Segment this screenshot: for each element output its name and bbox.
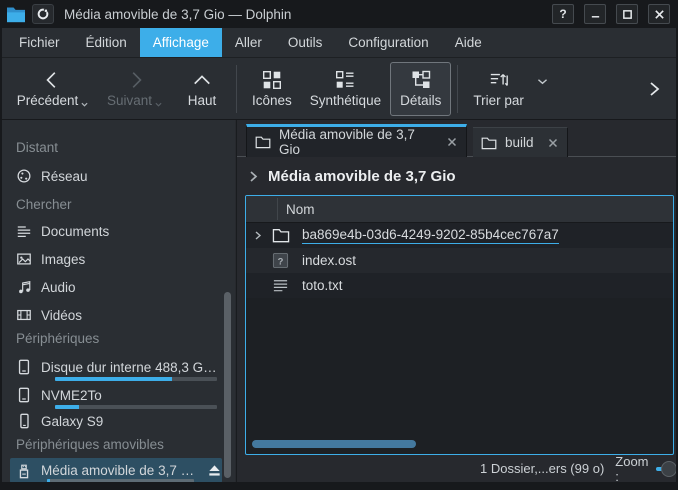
sort-dropdown-icon — [536, 77, 549, 86]
section-header-peripheriques-amovibles: Périphériques amovibles — [16, 437, 164, 452]
sidebar-item-reseau[interactable]: Réseau — [16, 164, 219, 188]
window-bottom-edge — [2, 482, 676, 490]
table-row[interactable]: toto.txt — [246, 273, 673, 298]
titlebar[interactable]: Média amovible de 3,7 Gio — Dolphin ? — [2, 0, 676, 28]
menu-affichage[interactable]: Affichage — [140, 28, 222, 57]
folder-view[interactable]: Nom ba869e4b-03d6-4249-9202-85b4cec767a7… — [245, 195, 674, 455]
window-menu-button[interactable] — [32, 4, 54, 24]
zoom-slider-handle[interactable] — [661, 461, 677, 477]
chevron-up-icon — [191, 70, 213, 90]
breadcrumb[interactable]: Média amovible de 3,7 Gio — [237, 157, 676, 195]
expand-arrow-icon[interactable] — [253, 230, 263, 241]
sidebar-item-media-amovible[interactable]: Média amovible de 3,7 … — [10, 458, 222, 483]
zoom-label: Zoom : — [615, 454, 648, 484]
help-button[interactable]: ? — [552, 4, 574, 24]
compact-view-icon — [335, 70, 355, 90]
folder-icon — [272, 227, 290, 245]
app-folder-icon — [6, 5, 26, 23]
sidebar-item-images[interactable]: Images — [16, 247, 219, 271]
tab-bar: Média amovible de 3,7 Gio build — [237, 120, 676, 157]
svg-text:?: ? — [278, 256, 284, 267]
sidebar-scrollbar[interactable] — [224, 292, 231, 478]
column-header-nom[interactable]: Nom — [286, 202, 315, 217]
sidebar-item-galaxy-s9[interactable]: Galaxy S9 — [16, 409, 219, 433]
sort-icon — [488, 70, 510, 90]
document-icon — [16, 223, 32, 239]
harddisk-icon — [16, 359, 32, 375]
toolbar-overflow-button[interactable] — [642, 80, 666, 98]
icons-view-button[interactable]: Icônes — [243, 62, 301, 116]
toolbar-separator — [236, 65, 237, 113]
sidebar-item-nvme2to[interactable]: NVME2To — [16, 381, 219, 409]
selection-summary: 1 Dossier,...ers (99 o) — [480, 461, 604, 476]
close-button[interactable] — [648, 4, 670, 24]
audio-icon — [16, 279, 32, 295]
network-icon — [16, 168, 32, 184]
harddisk-icon — [16, 387, 32, 403]
image-icon — [16, 251, 32, 267]
column-header-row: Nom — [246, 196, 673, 223]
menu-configuration[interactable]: Configuration — [335, 28, 441, 57]
minimize-button[interactable] — [584, 4, 606, 24]
back-button[interactable]: Précédent — [10, 62, 96, 116]
sidebar-item-audio[interactable]: Audio — [16, 275, 219, 299]
sidebar-item-disque-dur-interne[interactable]: Disque dur interne 488,3 G… — [16, 353, 219, 381]
menubar: Fichier Édition Affichage Aller Outils C… — [2, 28, 676, 58]
menu-edition[interactable]: Édition — [73, 28, 140, 57]
folder-icon — [481, 136, 497, 150]
back-dropdown-icon — [80, 101, 89, 108]
phone-icon — [16, 413, 32, 429]
sidebar-item-documents[interactable]: Documents — [16, 219, 219, 243]
status-bar: 1 Dossier,...ers (99 o) Zoom : 7,3 Gio l… — [471, 455, 676, 482]
section-header-distant: Distant — [16, 140, 58, 155]
chevron-left-icon — [42, 70, 64, 90]
forward-button[interactable]: Suivant — [96, 62, 174, 116]
folder-icon — [255, 135, 271, 149]
tab-build[interactable]: build — [473, 127, 568, 157]
horizontal-scrollbar[interactable] — [252, 440, 416, 448]
menu-fichier[interactable]: Fichier — [6, 28, 73, 57]
column-separator — [277, 198, 278, 220]
zoom-slider[interactable] — [656, 461, 678, 477]
tab-media-amovible[interactable]: Média amovible de 3,7 Gio — [246, 124, 467, 157]
sort-by-button[interactable]: Trier par — [464, 62, 553, 116]
file-list: ba869e4b-03d6-4249-9202-85b4cec767a7 ? i… — [246, 223, 673, 298]
forward-dropdown-icon — [154, 101, 163, 108]
chevron-right-icon — [248, 170, 259, 183]
details-view-icon — [411, 70, 431, 90]
dolphin-window: Média amovible de 3,7 Gio — Dolphin ? Fi… — [0, 0, 678, 490]
window-title: Média amovible de 3,7 Gio — Dolphin — [64, 7, 542, 22]
places-panel: Distant Réseau Chercher Documents Images… — [2, 120, 235, 482]
usb-icon — [16, 463, 32, 479]
section-header-chercher: Chercher — [16, 197, 72, 212]
table-row[interactable]: ? index.ost — [246, 248, 673, 273]
unknown-file-icon: ? — [272, 252, 290, 270]
menu-aide[interactable]: Aide — [442, 28, 495, 57]
toolbar-separator — [457, 65, 458, 113]
toolbar: Précédent Suivant Haut Icônes Synthétiqu… — [2, 58, 676, 120]
text-file-icon — [272, 277, 290, 295]
up-button[interactable]: Haut — [174, 62, 230, 116]
menu-aller[interactable]: Aller — [222, 28, 275, 57]
section-header-peripheriques: Périphériques — [16, 331, 99, 346]
window-body: Distant Réseau Chercher Documents Images… — [2, 120, 676, 482]
video-icon — [16, 307, 32, 323]
menu-outils[interactable]: Outils — [275, 28, 336, 57]
chevron-right-icon — [124, 70, 146, 90]
details-view-button[interactable]: Détails — [390, 62, 451, 116]
tab-close-icon[interactable] — [547, 137, 559, 149]
tab-close-icon[interactable] — [446, 136, 458, 148]
eject-icon[interactable] — [207, 463, 222, 479]
table-row[interactable]: ba869e4b-03d6-4249-9202-85b4cec767a7 — [246, 223, 673, 248]
maximize-button[interactable] — [616, 4, 638, 24]
compact-view-button[interactable]: Synthétique — [301, 62, 390, 116]
sidebar-item-videos[interactable]: Vidéos — [16, 303, 219, 327]
main-panel: Média amovible de 3,7 Gio build Média am… — [236, 120, 676, 482]
icons-view-icon — [262, 70, 282, 90]
breadcrumb-location[interactable]: Média amovible de 3,7 Gio — [268, 168, 456, 185]
